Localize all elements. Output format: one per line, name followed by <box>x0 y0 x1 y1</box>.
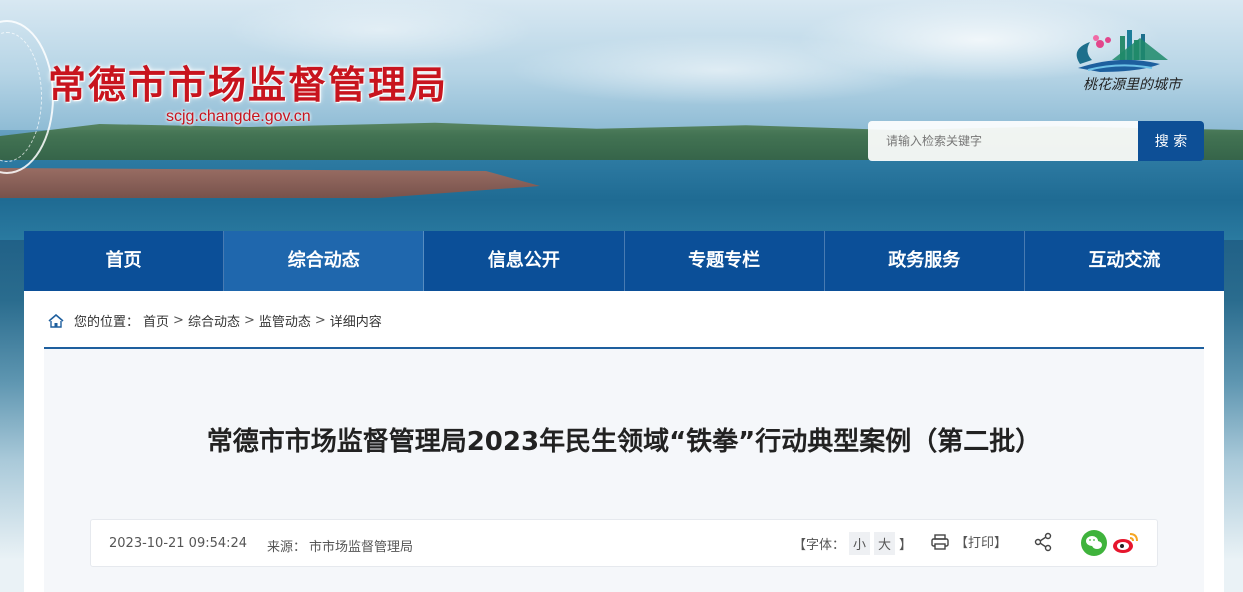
content-panel: 您的位置： 首页 > 综合动态 > 监管动态 > 详细内容 常德市市场监督管理局… <box>24 291 1224 592</box>
main-nav: 首页 综合动态 信息公开 专题专栏 政务服务 互动交流 <box>24 231 1224 291</box>
article-meta-bar: 2023-10-21 09:54:24 来源： 市市场监督管理局 【字体： 小 … <box>90 519 1158 567</box>
breadcrumb-separator: > <box>314 313 326 328</box>
nav-item-info-disclosure[interactable]: 信息公开 <box>424 231 625 291</box>
article-title: 常德市市场监督管理局2023年民生领域“铁拳”行动典型案例（第二批） <box>206 427 1042 457</box>
source-label: 来源： <box>267 540 307 555</box>
breadcrumb-news-link[interactable]: 综合动态 <box>188 311 240 330</box>
font-small-button[interactable]: 小 <box>849 532 871 555</box>
breadcrumb-supervision-link[interactable]: 监管动态 <box>259 311 311 330</box>
wechat-icon[interactable] <box>1081 530 1107 556</box>
print-icon <box>931 533 949 550</box>
nav-item-home[interactable]: 首页 <box>24 231 225 291</box>
font-size-label-close: 】 <box>899 538 913 553</box>
search-box: 搜 索 <box>868 121 1204 161</box>
search-input[interactable] <box>868 121 1138 161</box>
nav-item-news[interactable]: 综合动态 <box>224 231 425 291</box>
breadcrumb-separator: > <box>243 313 255 328</box>
nav-item-special-topics[interactable]: 专题专栏 <box>625 231 825 291</box>
breadcrumb: 您的位置： 首页 > 综合动态 > 监管动态 > 详细内容 <box>48 311 382 330</box>
search-button[interactable]: 搜 索 <box>1138 121 1204 161</box>
print-button[interactable]: 【打印】 <box>931 532 1007 551</box>
site-domain: scjg.changde.gov.cn <box>166 108 311 125</box>
weibo-icon[interactable] <box>1111 530 1139 556</box>
city-slogan: 桃花源里的城市 <box>1083 77 1181 93</box>
nav-item-gov-services[interactable]: 政务服务 <box>825 231 1025 291</box>
print-label: 【打印】 <box>955 536 1008 551</box>
breadcrumb-home-link[interactable]: 首页 <box>143 311 169 330</box>
font-large-button[interactable]: 大 <box>874 532 896 555</box>
site-title[interactable]: 常德市市场监督管理局 <box>48 54 448 109</box>
nav-item-interaction[interactable]: 互动交流 <box>1025 231 1224 291</box>
home-icon <box>48 313 64 328</box>
source-value: 市市场监督管理局 <box>309 540 414 555</box>
font-size-control: 【字体： 小 大 】 <box>793 532 912 555</box>
breadcrumb-separator: > <box>173 313 184 328</box>
font-size-label: 【字体： <box>793 538 846 553</box>
breadcrumb-current: 详细内容 <box>329 315 382 330</box>
breadcrumb-prefix: 您的位置： <box>74 315 140 330</box>
share-icon[interactable] <box>1033 532 1053 552</box>
publish-date: 2023-10-21 09:54:24 <box>109 536 248 551</box>
